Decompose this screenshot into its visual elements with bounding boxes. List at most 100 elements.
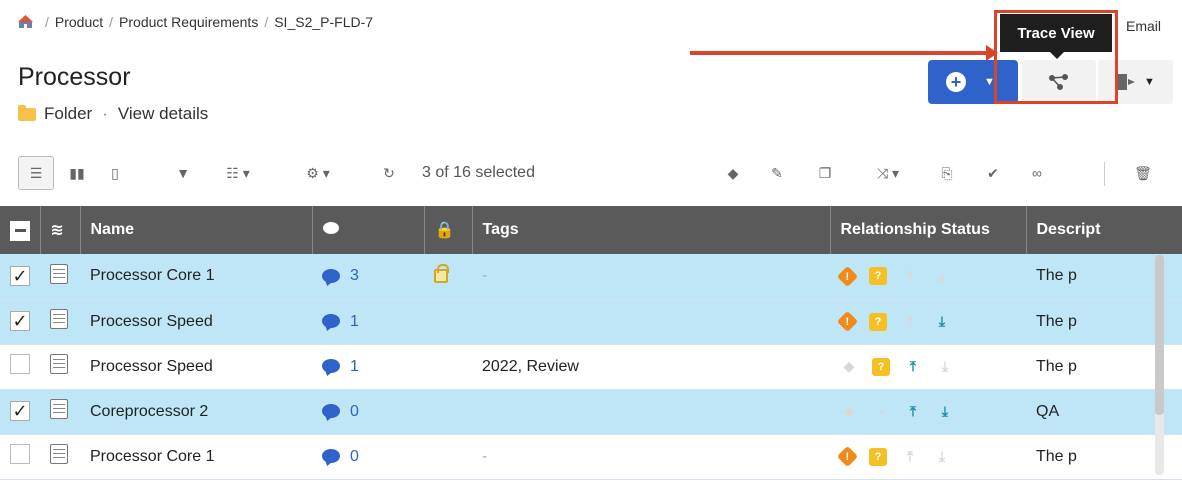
breadcrumb-separator: / (109, 14, 114, 30)
description-header[interactable]: Descript (1026, 206, 1182, 254)
grid-view-icon: ▮▮ (69, 164, 85, 181)
item-tags (472, 389, 830, 435)
item-name[interactable]: Processor Core 1 (80, 434, 312, 480)
table-row[interactable]: Processor Core 1 0 - ! ? ⤒ ⤓ The p (0, 434, 1182, 480)
chevron-down-icon[interactable]: ▼ (984, 76, 995, 88)
table-row[interactable]: ✓ Processor Core 1 3 - ! ? ⤒ ⤓ The p (0, 254, 1182, 300)
dot-separator: · (102, 104, 108, 123)
export-button[interactable]: ⎘ (932, 156, 962, 190)
breadcrumb-separator: / (45, 14, 49, 30)
approve-button[interactable]: ✔ (978, 156, 1008, 190)
suspect-upstream-icon[interactable]: ! (836, 310, 859, 333)
select-all-checkbox[interactable] (10, 220, 30, 241)
tag-button[interactable]: ◆ (718, 156, 748, 190)
pencil-icon: ✎ (771, 164, 783, 181)
comment-icon (322, 222, 339, 234)
downstream-icon[interactable]: ⤓ (936, 403, 954, 421)
name-header[interactable]: Name (80, 206, 313, 254)
view-details-link[interactable]: View details (118, 104, 208, 124)
export-menu-button[interactable]: ▼ (1098, 60, 1173, 104)
annotation-arrow (690, 45, 998, 61)
edit-button[interactable]: ✎ (762, 156, 792, 190)
table-row[interactable]: Processor Speed 1 2022, Review ◆ ? ⤒ ⤓ T… (0, 344, 1182, 390)
item-tags (472, 299, 830, 345)
comments-header[interactable] (312, 206, 425, 254)
grid-view-button[interactable]: ▮▮ (62, 156, 92, 190)
row-checkbox[interactable]: ✓ (10, 401, 30, 422)
refresh-button[interactable]: ↻ (374, 156, 404, 190)
item-name[interactable]: Processor Speed (80, 344, 312, 390)
tags-header[interactable]: Tags (472, 206, 831, 254)
suspect-link-icon[interactable]: ? (869, 312, 887, 331)
suspect-link-icon[interactable]: ? (869, 267, 887, 286)
filter-button[interactable]: ▼ (168, 156, 198, 190)
relationship-status: ! ? ⤒ ⤓ (836, 265, 1016, 287)
breadcrumb: / Product / Product Requirements / SI_S2… (18, 14, 373, 30)
item-tags: - (472, 434, 830, 480)
items-table: ≋ Name 🔒 Tags Relationship Status Descri… (0, 206, 1182, 480)
comment-count[interactable]: 0 (350, 403, 359, 420)
move-menu-button[interactable]: ⤨ ▾ (858, 156, 918, 190)
refresh-icon: ↻ (383, 164, 395, 181)
upstream-icon[interactable]: ⤒ (904, 358, 922, 376)
settings-button[interactable]: ⚙ ▾ (288, 156, 348, 190)
list-view-button[interactable]: ☰ (18, 156, 54, 190)
upstream-status-icon: ◆ (843, 358, 855, 374)
comment-icon (322, 404, 340, 419)
downstream-icon[interactable]: ⤓ (933, 313, 951, 331)
document-view-button[interactable]: ▯ (100, 156, 130, 190)
folder-icon (18, 104, 36, 121)
list-view-icon: ☰ (29, 164, 43, 181)
requirement-icon (50, 399, 68, 419)
breadcrumb-separator: / (264, 14, 269, 30)
lock-header[interactable]: 🔒 (424, 206, 473, 254)
add-item-button[interactable]: + ▼ (928, 60, 1018, 104)
check-circle-icon: ✔ (987, 164, 999, 181)
table-row[interactable]: ✓ Coreprocessor 2 0 ◆ ▪ ⤒ ⤓ QA (0, 389, 1182, 435)
gear-icon: ⚙ ▾ (306, 164, 330, 181)
suspect-link-icon[interactable]: ? (872, 357, 890, 376)
trace-view-button[interactable] (1022, 60, 1096, 104)
comment-count[interactable]: 1 (350, 358, 359, 375)
comment-count[interactable]: 1 (350, 313, 359, 330)
layers-icon: ≋ (50, 222, 64, 239)
item-tags: 2022, Review (472, 344, 830, 390)
upstream-icon: ⤒ (906, 267, 914, 284)
row-checkbox[interactable]: ✓ (10, 311, 30, 332)
tag-icon: ◆ (727, 164, 739, 181)
trace-view-tooltip: Trace View (1000, 14, 1112, 59)
link-button[interactable]: ∞ (1022, 156, 1052, 190)
table-row[interactable]: ✓ Processor Speed 1 ! ? ⤒ ⤓ The p (0, 299, 1182, 345)
item-name[interactable]: Processor Core 1 (80, 254, 312, 300)
relationship-status: ! ? ⤒ ⤓ (836, 310, 1016, 333)
column-options-button[interactable]: ☷ ▾ (208, 156, 268, 190)
home-icon[interactable] (18, 15, 33, 29)
suspect-upstream-icon[interactable]: ! (836, 445, 859, 468)
link-icon: ∞ (1032, 165, 1042, 181)
item-name[interactable]: Coreprocessor 2 (80, 389, 312, 435)
select-all-header[interactable] (0, 206, 41, 254)
comment-icon (322, 269, 340, 284)
email-button[interactable]: Email (1126, 18, 1161, 34)
suspect-upstream-icon[interactable]: ! (836, 265, 859, 287)
row-checkbox[interactable]: ✓ (10, 266, 30, 286)
comment-count[interactable]: 0 (350, 448, 359, 465)
comment-count[interactable]: 3 (350, 267, 359, 284)
duplicate-button[interactable]: ❐ (810, 156, 840, 190)
suspect-link-icon: ▪ (878, 403, 884, 420)
row-checkbox[interactable] (10, 444, 30, 464)
requirement-icon (50, 263, 68, 284)
breadcrumb-item-product[interactable]: Product (55, 14, 103, 30)
suspect-link-icon[interactable]: ? (869, 447, 887, 466)
breadcrumb-item-product-requirements[interactable]: Product Requirements (119, 14, 258, 30)
upstream-icon: ⤒ (906, 313, 914, 329)
copy-icon: ❐ (818, 164, 832, 181)
upstream-icon[interactable]: ⤒ (904, 403, 922, 421)
requirement-icon (50, 354, 68, 374)
relationship-status-header[interactable]: Relationship Status (830, 206, 1027, 254)
delete-button[interactable]: 🗑 (1128, 156, 1158, 190)
item-name[interactable]: Processor Speed (80, 299, 312, 345)
scrollbar-thumb[interactable] (1155, 255, 1164, 415)
selection-count: 3 of 16 selected (422, 164, 535, 181)
row-checkbox[interactable] (10, 354, 30, 374)
